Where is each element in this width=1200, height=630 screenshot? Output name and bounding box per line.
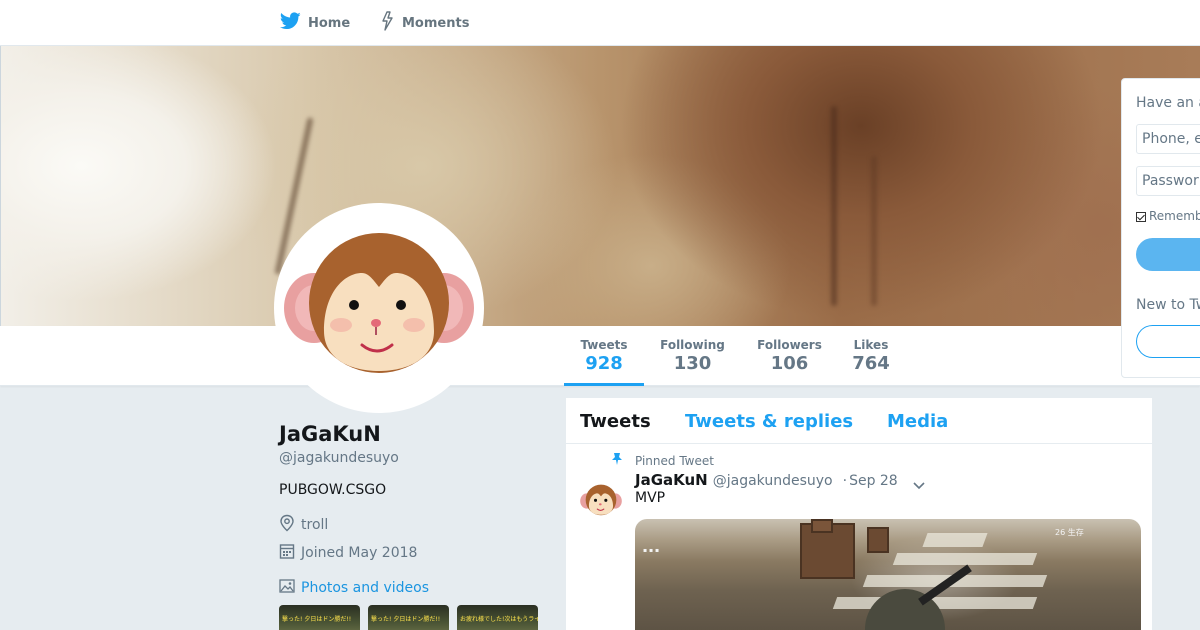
stat-label: Likes xyxy=(853,338,889,352)
tweet-separator: · xyxy=(842,473,848,489)
pinned-tweet-label: Pinned Tweet xyxy=(611,452,714,469)
twitter-bird-icon xyxy=(279,12,308,34)
profile-handle[interactable]: @jagakundesuyo xyxy=(279,450,399,466)
thumbnail-caption: 撃った! 夕日はドン勝だ!! xyxy=(282,616,352,623)
monkey-avatar-image xyxy=(278,207,480,409)
nav-moments-label: Moments xyxy=(402,15,470,31)
stat-likes[interactable]: Likes 764 xyxy=(846,326,896,386)
lightning-icon xyxy=(380,11,402,35)
stat-value: 130 xyxy=(673,353,712,374)
profile-location: troll xyxy=(279,514,328,536)
stat-label: Tweets xyxy=(580,338,628,352)
chevron-down-icon[interactable] xyxy=(912,476,926,495)
timeline: Tweets Tweets & replies Media Pinned Twe… xyxy=(565,397,1153,630)
timeline-tabs: Tweets Tweets & replies Media xyxy=(566,398,1152,444)
pin-icon xyxy=(611,452,635,469)
stat-label: Following xyxy=(660,338,725,352)
tab-tweets[interactable]: Tweets xyxy=(580,411,651,432)
login-phone-input[interactable]: Phone, e xyxy=(1136,124,1200,154)
tweet-text: MVP xyxy=(635,490,666,506)
tweet-avatar[interactable] xyxy=(578,478,624,524)
profile-joined: Joined May 2018 xyxy=(279,542,417,564)
login-panel: Have an a Phone, e Passwor Rememb New to… xyxy=(1121,78,1200,378)
tab-tweets-and-replies[interactable]: Tweets & replies xyxy=(685,411,853,432)
calendar-icon xyxy=(279,542,301,564)
remember-checkbox[interactable] xyxy=(1136,212,1146,222)
profile-banner xyxy=(0,46,1200,326)
media-thumbnail[interactable]: お疲れ様でした!次はもうライツです xyxy=(457,605,538,630)
profile-bio: PUBGOW.CSGO xyxy=(279,482,387,498)
tweet-header: JaGaKuN @jagakundesuyo · Sep 28 xyxy=(635,471,898,489)
stat-followers[interactable]: Followers 106 xyxy=(752,326,827,386)
stat-label: Followers xyxy=(757,338,822,352)
photos-and-videos-link[interactable]: Photos and videos xyxy=(279,578,429,598)
signup-button[interactable] xyxy=(1136,325,1200,358)
image-icon xyxy=(279,578,301,598)
thumbnail-caption: 撃った! 夕日はドン勝だ!! xyxy=(371,616,441,623)
login-title: Have an a xyxy=(1136,95,1200,111)
stat-value: 764 xyxy=(852,353,890,374)
nav-home-label: Home xyxy=(308,15,351,31)
thumbnail-caption: お疲れ様でした!次はもうライツです xyxy=(460,616,538,623)
remember-me[interactable]: Rememb xyxy=(1136,209,1200,223)
pinned-text: Pinned Tweet xyxy=(635,453,714,468)
top-nav: Home Moments xyxy=(0,0,1200,46)
nav-home[interactable]: Home xyxy=(279,0,351,46)
media-thumbnail[interactable]: 撃った! 夕日はドン勝だ!! xyxy=(368,605,449,630)
tab-media[interactable]: Media xyxy=(887,411,948,432)
profile-nav: Tweets 928 Following 130 Followers 106 L… xyxy=(0,326,1200,386)
tweet-author-handle[interactable]: @jagakundesuyo xyxy=(713,473,833,489)
stat-value: 928 xyxy=(585,353,623,374)
nav-moments[interactable]: Moments xyxy=(380,0,469,46)
tweet-media-image[interactable]: ▪ ▪ ▪ 26 生存 xyxy=(635,519,1141,630)
profile-name[interactable]: JaGaKuN xyxy=(279,422,381,446)
stat-value: 106 xyxy=(770,353,809,374)
joined-text: Joined May 2018 xyxy=(301,545,418,561)
new-to-twitter-text: New to Tw xyxy=(1136,297,1200,313)
tweet-date[interactable]: Sep 28 xyxy=(849,473,898,489)
monkey-avatar-image xyxy=(578,478,624,524)
login-password-input[interactable]: Passwor xyxy=(1136,166,1200,196)
tweet-author-name[interactable]: JaGaKuN xyxy=(635,471,708,489)
remember-label: Rememb xyxy=(1149,209,1200,223)
photos-link-label: Photos and videos xyxy=(301,580,430,596)
location-pin-icon xyxy=(279,514,301,536)
location-text: troll xyxy=(301,517,329,533)
login-button[interactable] xyxy=(1136,238,1200,271)
stat-tweets[interactable]: Tweets 928 xyxy=(564,326,644,386)
media-thumbnail[interactable]: 撃った! 夕日はドン勝だ!! xyxy=(279,605,360,630)
profile-avatar[interactable] xyxy=(274,203,484,413)
stat-following[interactable]: Following 130 xyxy=(655,326,730,386)
